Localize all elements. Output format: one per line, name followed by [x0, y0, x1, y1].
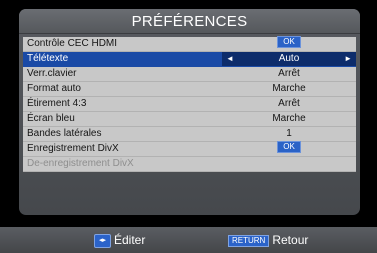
setting-teletext[interactable]: Télétexte ◄ Auto ► — [23, 52, 356, 67]
setting-value-selector[interactable]: ◄ Auto ► — [222, 52, 356, 66]
setting-value: OK — [222, 141, 356, 156]
setting-label: Écran bleu — [27, 113, 75, 124]
setting-label: Contrôle CEC HDMI — [27, 38, 118, 49]
dpad-left-right-icon: ◂▸ — [94, 233, 111, 248]
setting-value: 1 — [286, 128, 292, 139]
setting-label: Télétexte — [27, 53, 69, 64]
setting-keypad-lock[interactable]: Verr.clavier Arrêt — [23, 67, 356, 82]
preferences-menu: PRÉFÉRENCES Contrôle CEC HDMI OK Télétex… — [19, 9, 360, 215]
return-key-icon: RETURN — [228, 234, 270, 247]
setting-label: Enregistrement DivX — [27, 143, 119, 154]
setting-label: Format auto — [27, 83, 81, 94]
setting-side-bars[interactable]: Bandes latérales 1 — [23, 127, 356, 142]
setting-value-text: Auto — [278, 53, 300, 64]
edit-hint: ◂▸ Éditer — [94, 233, 145, 248]
setting-blue-screen[interactable]: Écran bleu Marche — [23, 112, 356, 127]
menu-title: PRÉFÉRENCES — [19, 9, 360, 34]
setting-divx-registration[interactable]: Enregistrement DivX OK — [23, 141, 356, 157]
setting-value: Marche — [272, 113, 306, 124]
setting-auto-format[interactable]: Format auto Marche — [23, 82, 356, 97]
setting-value: Marche — [272, 83, 306, 94]
setting-label: Verr.clavier — [27, 68, 77, 79]
setting-stretch-43[interactable]: Étirement 4:3 Arrêt — [23, 97, 356, 112]
ok-button[interactable]: OK — [277, 36, 301, 49]
ok-button[interactable]: OK — [277, 141, 301, 154]
footer-hint-bar: ◂▸ Éditer RETURN Retour — [0, 227, 377, 253]
settings-list: Contrôle CEC HDMI OK Télétexte ◄ Auto ► … — [23, 36, 356, 172]
setting-value: Arrêt — [278, 98, 300, 109]
arrow-left-icon[interactable]: ◄ — [226, 52, 234, 66]
back-hint-label: Retour — [272, 233, 309, 247]
setting-value: Arrêt — [278, 68, 300, 79]
edit-hint-label: Éditer — [114, 233, 146, 247]
arrow-right-icon[interactable]: ► — [344, 52, 352, 66]
back-hint[interactable]: RETURN Retour — [228, 233, 308, 247]
setting-label: Étirement 4:3 — [27, 98, 87, 109]
setting-value: OK — [222, 36, 356, 51]
setting-label: De-enregistrement DivX — [27, 158, 134, 169]
setting-label: Bandes latérales — [27, 128, 102, 139]
setting-divx-deregistration: De-enregistrement DivX — [23, 157, 356, 172]
setting-cec-hdmi[interactable]: Contrôle CEC HDMI OK — [23, 36, 356, 52]
